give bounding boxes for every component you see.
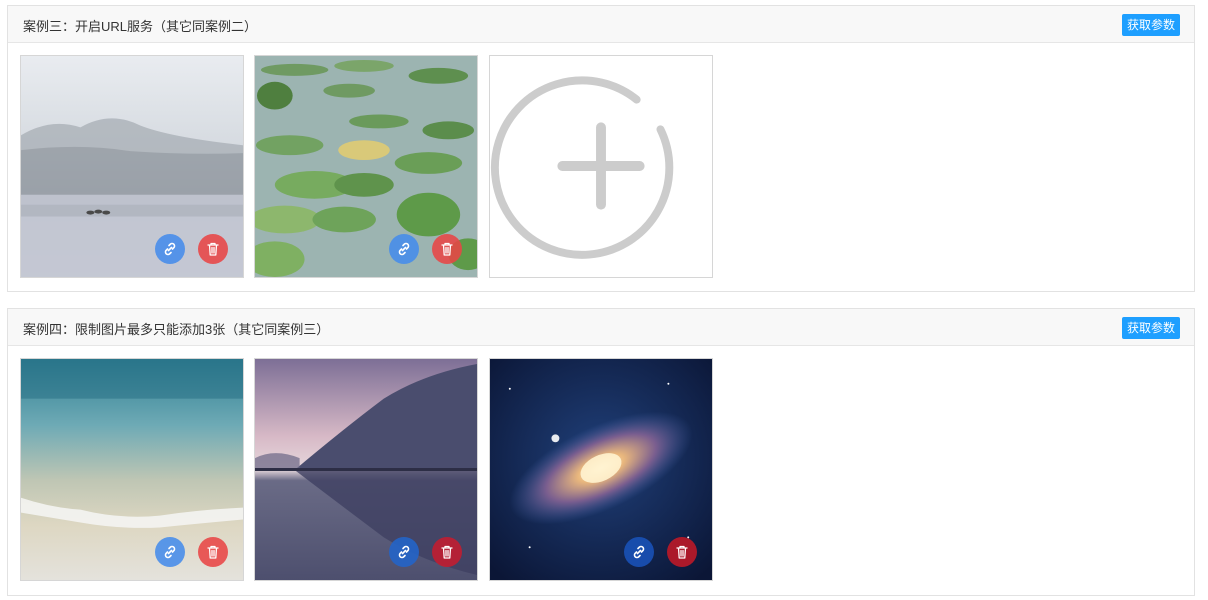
- link-icon: [398, 242, 410, 256]
- case4-title: 案例四：限制图片最多只能添加3张（其它同案例三）: [23, 322, 330, 337]
- case4-header: 案例四：限制图片最多只能添加3张（其它同案例三） 获取参数: [8, 309, 1194, 346]
- trash-icon: [676, 545, 688, 559]
- case4-image-2-link-button[interactable]: [389, 537, 419, 567]
- case4-image-1-delete-button[interactable]: [198, 537, 228, 567]
- case3-image-2-link-button[interactable]: [389, 234, 419, 264]
- link-icon: [398, 545, 410, 559]
- case3-panel: 案例三：开启URL服务（其它同案例二） 获取参数: [7, 5, 1195, 292]
- trash-icon: [441, 242, 453, 256]
- case4-image-3[interactable]: [489, 358, 713, 581]
- case3-title: 案例三：开启URL服务（其它同案例二）: [23, 19, 258, 34]
- link-icon: [633, 545, 645, 559]
- case3-image-2-delete-button[interactable]: [432, 234, 462, 264]
- trash-icon: [207, 545, 219, 559]
- case3-image-1-link-button[interactable]: [155, 234, 185, 264]
- link-icon: [164, 242, 176, 256]
- plus-circle-icon: [490, 76, 674, 259]
- case4-image-2-delete-button[interactable]: [432, 537, 462, 567]
- case4-image-1[interactable]: [20, 358, 244, 581]
- case3-header: 案例三：开启URL服务（其它同案例二） 获取参数: [8, 6, 1194, 43]
- case3-add-image-button[interactable]: [489, 55, 713, 278]
- case4-image-2[interactable]: [254, 358, 478, 581]
- case3-image-2[interactable]: [254, 55, 478, 278]
- case4-image-3-delete-button[interactable]: [667, 537, 697, 567]
- link-icon: [164, 545, 176, 559]
- case3-image-1[interactable]: [20, 55, 244, 278]
- case4-image-1-link-button[interactable]: [155, 537, 185, 567]
- case4-image-3-link-button[interactable]: [624, 537, 654, 567]
- case4-get-params-button[interactable]: 获取参数: [1121, 317, 1180, 339]
- trash-icon: [207, 242, 219, 256]
- case4-panel: 案例四：限制图片最多只能添加3张（其它同案例三） 获取参数: [7, 308, 1195, 596]
- case3-get-params-button[interactable]: 获取参数: [1121, 14, 1180, 36]
- trash-icon: [441, 545, 453, 559]
- case3-image-1-delete-button[interactable]: [198, 234, 228, 264]
